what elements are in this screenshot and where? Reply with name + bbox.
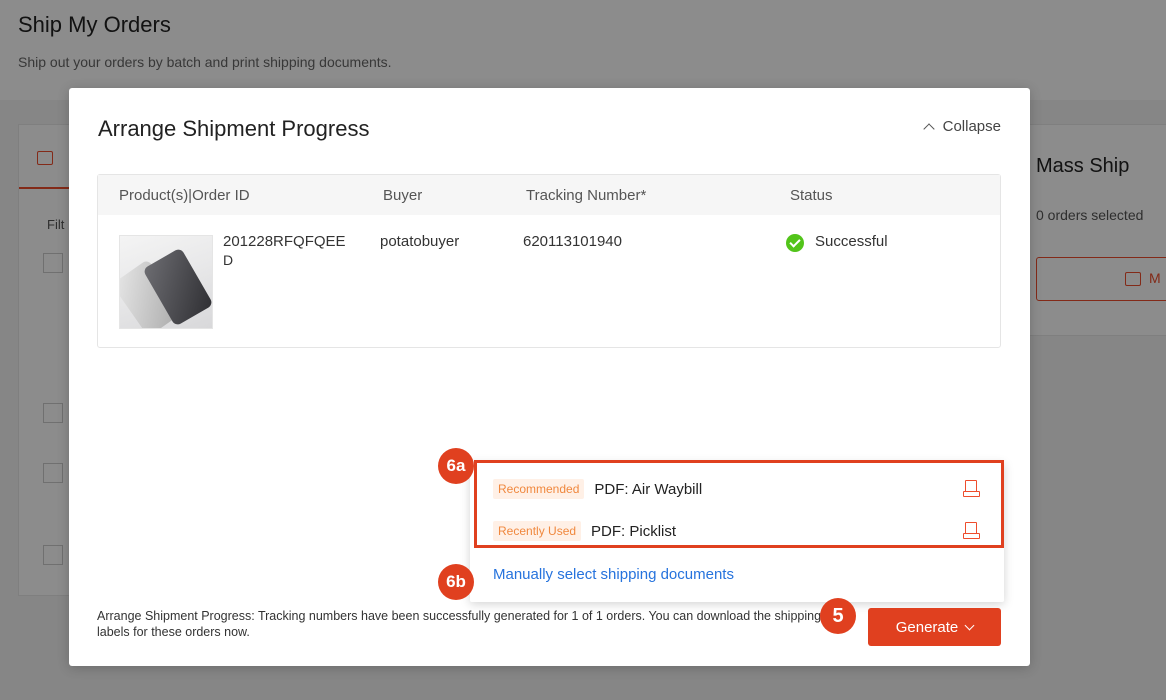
generate-button-label: Generate [895, 618, 959, 636]
check-circle-icon [786, 234, 804, 252]
table-header: Product(s)|Order ID Buyer Tracking Numbe… [98, 175, 1000, 215]
modal-title: Arrange Shipment Progress [98, 116, 370, 141]
annotation-badge-5: 5 [820, 598, 856, 634]
recently-used-tag: Recently Used [493, 521, 582, 541]
tracking-number: 620113101940 [523, 233, 622, 250]
collapse-label: Collapse [942, 118, 1001, 135]
collapse-button[interactable]: Collapse [922, 118, 1001, 135]
chevron-down-icon [964, 620, 975, 630]
order-id: 201228RFQFQEE [223, 233, 346, 250]
status-text: Successful [815, 233, 888, 250]
buyer-name: potatobuyer [380, 233, 460, 250]
dropdown-item-label: PDF: Air Waybill [594, 480, 703, 498]
dropdown-item-air-waybill[interactable]: Recommended PDF: Air Waybill [493, 478, 702, 500]
dropdown-item-label: PDF: Picklist [591, 522, 677, 540]
printer-icon[interactable] [963, 480, 980, 497]
order-id-continued: D [223, 252, 234, 268]
manual-select-documents-link[interactable]: Manually select shipping documents [493, 566, 734, 583]
column-header-buyer: Buyer [383, 187, 423, 204]
column-header-tracking: Tracking Number* [526, 187, 647, 204]
column-header-status: Status [790, 187, 833, 204]
printer-icon[interactable] [963, 522, 980, 539]
recommended-tag: Recommended [493, 479, 585, 499]
column-header-product: Product(s)|Order ID [119, 187, 250, 204]
annotation-badge-6b: 6b [438, 564, 474, 600]
product-thumbnail [119, 235, 213, 329]
shipment-table: Product(s)|Order ID Buyer Tracking Numbe… [97, 174, 1001, 348]
progress-message: Arrange Shipment Progress: Tracking numb… [97, 609, 822, 639]
generate-button[interactable]: Generate [868, 608, 1001, 646]
annotation-badge-6a: 6a [438, 448, 474, 484]
dropdown-item-picklist[interactable]: Recently Used PDF: Picklist [493, 520, 676, 542]
chevron-up-icon [922, 122, 935, 135]
